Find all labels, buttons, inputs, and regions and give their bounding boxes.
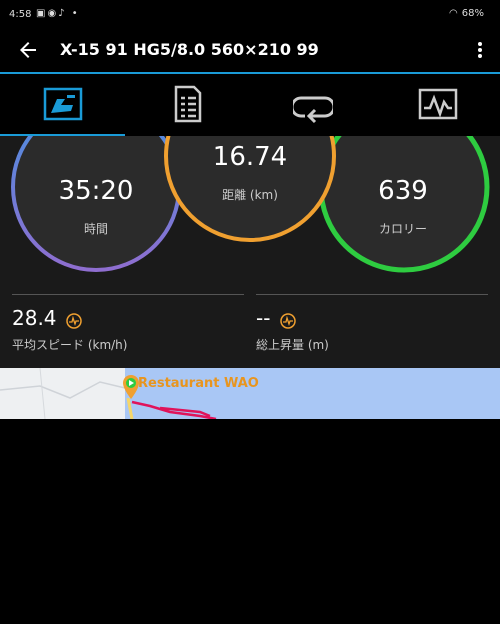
status-time: 4:58 — [9, 9, 32, 20]
page-title: X-15 91 HG5/8.0 560×210 99MK II — [60, 40, 320, 59]
divider-right — [256, 294, 488, 295]
more-menu-icon[interactable] — [472, 39, 488, 61]
document-list-icon — [174, 85, 202, 123]
back-arrow-icon[interactable] — [16, 38, 40, 62]
calories-stat: 639 カロリー — [343, 176, 463, 237]
elevation-gain-stat: -- 総上昇量 (m) — [256, 306, 329, 353]
overview-icon — [43, 87, 83, 121]
tab-laps[interactable] — [250, 74, 375, 136]
battery-text: 68% — [461, 8, 484, 19]
notification-icons: ▣◉♪ • — [36, 8, 80, 19]
divider-left — [12, 294, 244, 295]
route-track — [131, 400, 217, 419]
elevation-gain-value: -- — [256, 306, 271, 330]
time-stat: 35:20 時間 — [36, 176, 156, 237]
route-map[interactable]: Restaurant WAO — [0, 368, 500, 419]
pulse-badge-icon — [279, 312, 296, 329]
tab-details[interactable] — [125, 74, 250, 136]
elevation-gain-label: 総上昇量 (m) — [256, 338, 329, 352]
map-place-label: Restaurant WAO — [138, 376, 259, 391]
app-bar: X-15 91 HG5/8.0 560×210 99MK II — [0, 30, 500, 74]
calories-label: カロリー — [378, 222, 427, 236]
wifi-icon: ◠ — [449, 8, 458, 19]
time-value: 35:20 — [58, 176, 134, 206]
chart-monitor-icon — [418, 88, 458, 120]
time-label: 時間 — [83, 222, 108, 236]
avg-speed-stat: 28.4 平均スピード (km/h) — [12, 306, 127, 353]
avg-speed-label: 平均スピード (km/h) — [12, 338, 128, 352]
pulse-badge-icon — [65, 312, 82, 329]
avg-speed-value: 28.4 — [12, 306, 57, 330]
calories-value: 639 — [378, 176, 428, 206]
tab-overview[interactable] — [0, 74, 125, 136]
distance-label: 距離 (km) — [222, 188, 278, 202]
distance-value: 16.74 — [212, 142, 288, 172]
status-bar: 4:58 ▣◉♪ • ◠ 68% — [0, 0, 500, 30]
summary-panel: 35:20 時間 16.74 距離 (km) 639 カロリー 28.4 平均ス… — [0, 136, 500, 368]
distance-stat: 16.74 距離 (km) — [190, 142, 310, 203]
tab-bar — [0, 74, 500, 136]
system-icons: ◠ 68% — [449, 8, 484, 19]
tab-charts[interactable] — [375, 74, 500, 136]
loop-arrow-icon — [293, 96, 333, 124]
